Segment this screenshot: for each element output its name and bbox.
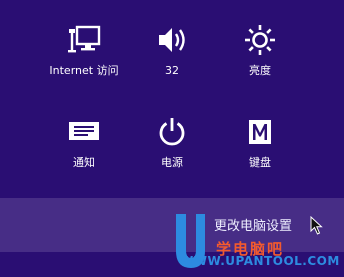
network-icon xyxy=(36,20,132,60)
volume-tile[interactable]: 32 xyxy=(124,20,220,78)
volume-level-label: 32 xyxy=(165,64,179,77)
keyboard-tile[interactable]: 键盘 xyxy=(212,112,308,170)
brightness-tile[interactable]: 亮度 xyxy=(212,20,308,78)
power-tile[interactable]: 电源 xyxy=(124,112,220,170)
watermark-url: WWW.UPANTOOL.COM xyxy=(180,254,340,268)
change-pc-settings-label: 更改电脑设置 xyxy=(214,219,293,234)
power-icon xyxy=(124,112,220,152)
mouse-cursor-icon xyxy=(310,216,323,235)
keyboard-label: 键盘 xyxy=(249,156,271,169)
notifications-label: 通知 xyxy=(73,156,95,169)
network-label: Internet 访问 xyxy=(49,64,119,77)
notifications-icon xyxy=(36,112,132,152)
keyboard-icon xyxy=(212,112,308,152)
power-label: 电源 xyxy=(161,156,183,169)
brightness-label: 亮度 xyxy=(249,64,271,77)
brightness-icon xyxy=(212,20,308,60)
settings-charm-panel: Internet 访问 32 亮度 通知 电源 键盘 更改电脑设置 学电脑吧 W… xyxy=(0,0,344,277)
volume-icon xyxy=(124,20,220,60)
notifications-tile[interactable]: 通知 xyxy=(36,112,132,170)
network-tile[interactable]: Internet 访问 xyxy=(36,20,132,78)
